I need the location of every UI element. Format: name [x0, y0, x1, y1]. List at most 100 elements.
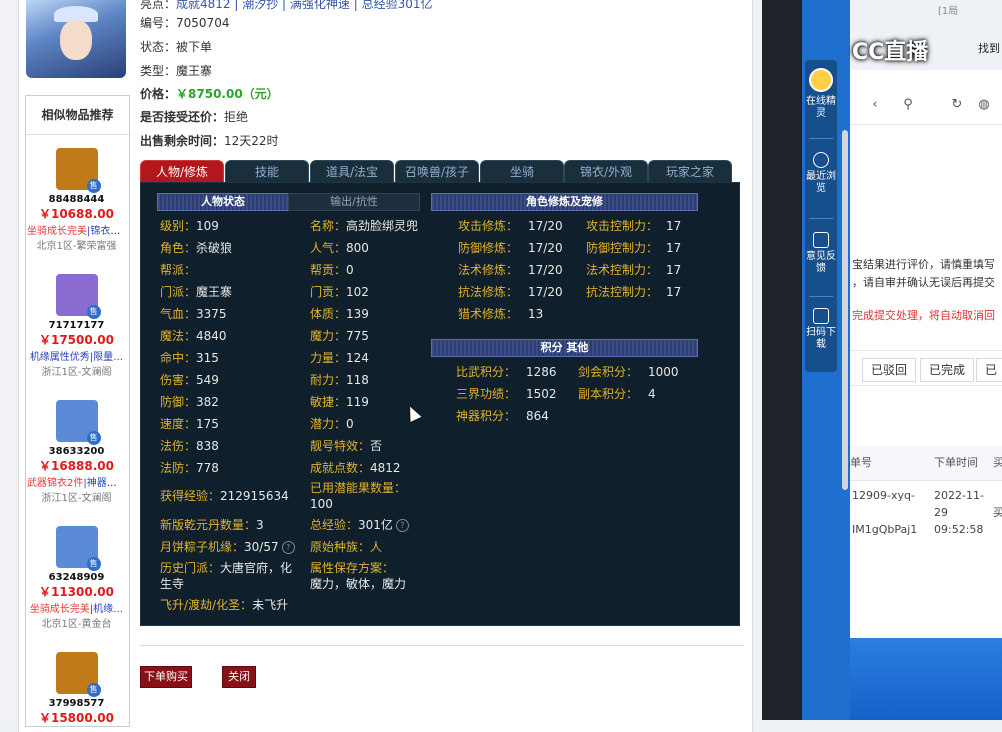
character-portrait	[26, 0, 126, 78]
rail-recent[interactable]: 最近浏览	[805, 152, 837, 195]
stat-guild-contrib: 帮贡：0	[310, 263, 354, 277]
help-icon[interactable]: ?	[281, 541, 295, 554]
back-icon[interactable]: ‹	[868, 98, 882, 112]
header-cultivation: 角色修炼及宠修	[431, 193, 698, 211]
sidebar-title: 相似物品推荐	[26, 96, 129, 135]
field-remaining-time: 出售剩余时间：12天22时	[140, 134, 279, 148]
similar-item[interactable]: 售 37998577 ￥15800.00	[25, 652, 128, 726]
cult-resist: 抗法修炼： 17/20	[458, 285, 563, 299]
taskbar-area	[850, 638, 1002, 720]
item-avatar[interactable]: 售	[55, 400, 101, 445]
cult-attack: 攻击修炼： 17/20	[458, 219, 563, 233]
th-buyer: 买	[993, 456, 1002, 469]
left-browser-page: 亮点：成就4812 | 潮汐抄 | 满强化神速 | 总经验301亿 编号：705…	[0, 0, 762, 732]
rail-feedback[interactable]: 意见反馈	[805, 232, 837, 275]
stat-pretty-id: 靓号特效：否	[310, 439, 383, 453]
similar-item[interactable]: 售 88488444 ￥10688.00 坐骑成长完美|锦衣各… 北京1区-繁荣…	[25, 148, 128, 252]
stat-agility: 敏捷：119	[310, 395, 369, 409]
stat-hit: 命中：315	[160, 351, 219, 365]
stat-used-fruit: 已用潜能果数量：100	[310, 481, 407, 511]
sold-badge: 售	[86, 179, 101, 193]
right-top-label2: [1局	[938, 6, 959, 17]
cult-magic: 法术修炼： 17/20	[458, 263, 563, 277]
cult-defense: 防御修炼： 17/20	[458, 241, 563, 255]
stat-magic-def: 法防：778	[160, 461, 219, 475]
help-icon[interactable]: ?	[395, 519, 409, 532]
notice-line-3: 完成提交处理，将自动取消回	[852, 309, 995, 322]
order-buyer: 买	[993, 506, 1002, 519]
stat-popularity: 人气：800	[310, 241, 369, 255]
item-avatar[interactable]: 售	[55, 148, 101, 193]
highlights-text[interactable]: 成就4812 | 潮汐抄 | 满强化神速 | 总经验301亿	[176, 0, 432, 11]
stat-ascension: 飞升/渡劫/化圣：未飞升	[160, 598, 289, 612]
edit-icon	[813, 232, 829, 248]
item-avatar[interactable]: 售	[55, 652, 101, 697]
scrollbar[interactable]	[842, 130, 848, 490]
points-sword: 剑会积分： 1000	[578, 365, 679, 379]
tab-mounts[interactable]: 坐骑	[480, 160, 564, 183]
stat-achievement: 成就点数：4812	[310, 461, 401, 475]
similar-item[interactable]: 售 38633200 ￥16888.00 武器锦衣2件|神器五… 浙江1区-文澜…	[25, 400, 128, 504]
stat-exp: 获得经验：212915634	[160, 489, 289, 503]
points-merit: 三界功绩： 1502	[456, 387, 557, 401]
tab-skills[interactable]: 技能	[225, 160, 309, 183]
assistant-avatar-icon	[809, 68, 833, 92]
ctrl-resist: 抗法控制力： 17	[586, 285, 682, 299]
divider	[140, 645, 744, 646]
globe-icon[interactable]: ◍	[977, 98, 991, 112]
orders-table-header	[850, 446, 1002, 481]
tab-outfits[interactable]: 锦衣/外观	[564, 160, 648, 183]
stat-history-school: 历史门派：大唐官府，化生寺	[160, 561, 293, 591]
header-output: 输出/抗性	[288, 193, 420, 211]
clock-icon	[813, 152, 829, 168]
stat-school-contrib: 门贡：102	[310, 285, 369, 299]
order-id-line2[interactable]: IM1gQbPaj1	[852, 522, 917, 538]
rail-online-assistant[interactable]: 在线精灵	[805, 68, 837, 120]
points-dungeon: 副本积分： 4	[578, 387, 656, 401]
field-status: 状态：被下单	[140, 40, 213, 54]
stat-mooncake: 月饼粽子机缘：30/57?	[160, 539, 295, 555]
tab-items[interactable]: 道具/法宝	[310, 160, 394, 183]
tab-pets[interactable]: 召唤兽/孩子	[395, 160, 479, 183]
order-date-line3: 09:52:58	[934, 523, 984, 536]
field-price: 价格：￥8750.00（元）	[140, 87, 279, 101]
tab-rejected[interactable]: 已驳回	[862, 358, 917, 382]
order-id-line1[interactable]: 12909-xyq-	[852, 488, 915, 504]
tab-character[interactable]: 人物/修炼	[140, 160, 224, 183]
stat-damage: 伤害：549	[160, 373, 219, 387]
stat-potential: 潜力：0	[310, 417, 354, 431]
rail-scan-download[interactable]: 扫码下载	[805, 308, 837, 351]
refresh-icon[interactable]: ↻	[950, 98, 964, 112]
ctrl-attack: 攻击控制力： 17	[586, 219, 682, 233]
stat-magic-dmg: 法伤：838	[160, 439, 219, 453]
stat-attr-plan: 属性保存方案：魔力，敏体，魔力	[310, 561, 407, 591]
cc-live-logo: CC直播	[852, 40, 929, 65]
order-date-line1: 2022-11-	[934, 489, 984, 502]
cc-side-rail: 在线精灵 最近浏览 意见反馈 扫码下载	[805, 60, 837, 372]
order-date-line2: 29	[934, 506, 948, 519]
tab-completed[interactable]: 已完成	[920, 358, 975, 382]
link-icon[interactable]: ⚲	[901, 98, 915, 112]
cult-hunt: 猎术修炼： 13	[458, 307, 544, 321]
stat-qiankun: 新版乾元丹数量：3	[160, 518, 264, 532]
tab-home[interactable]: 玩家之家	[648, 160, 732, 183]
right-top-label: 找到	[978, 42, 1000, 55]
stat-mp: 魔法：4840	[160, 329, 227, 343]
similar-item[interactable]: 售 63248909 ￥11300.00 坐骑成长完美|机缘… 北京1区-黄金台	[25, 526, 128, 630]
points-artifact: 神器积分： 864	[456, 409, 549, 423]
stat-total-exp: 总经验：301亿?	[310, 517, 409, 533]
th-order-id: 单号	[850, 456, 872, 469]
buy-button[interactable]: 下单购买	[140, 666, 192, 688]
stat-school: 门派：魔王寨	[160, 285, 233, 299]
item-avatar[interactable]: 售	[55, 274, 101, 319]
item-avatar[interactable]: 售	[55, 526, 101, 571]
close-button[interactable]: 关闭	[222, 666, 256, 688]
field-id: 编号：7050704	[140, 16, 230, 30]
header-points: 积分 其他	[431, 339, 698, 357]
ctrl-magic: 法术控制力： 17	[586, 263, 682, 277]
th-order-time: 下单时间	[934, 456, 978, 469]
stat-strength: 力量：124	[310, 351, 369, 365]
stat-endurance: 耐力：118	[310, 373, 369, 387]
similar-item[interactable]: 售 71717177 ￥17500.00 机缘属性优秀|限量… 浙江1区-文澜阁	[25, 274, 128, 378]
tab-more[interactable]: 已	[976, 358, 1002, 382]
